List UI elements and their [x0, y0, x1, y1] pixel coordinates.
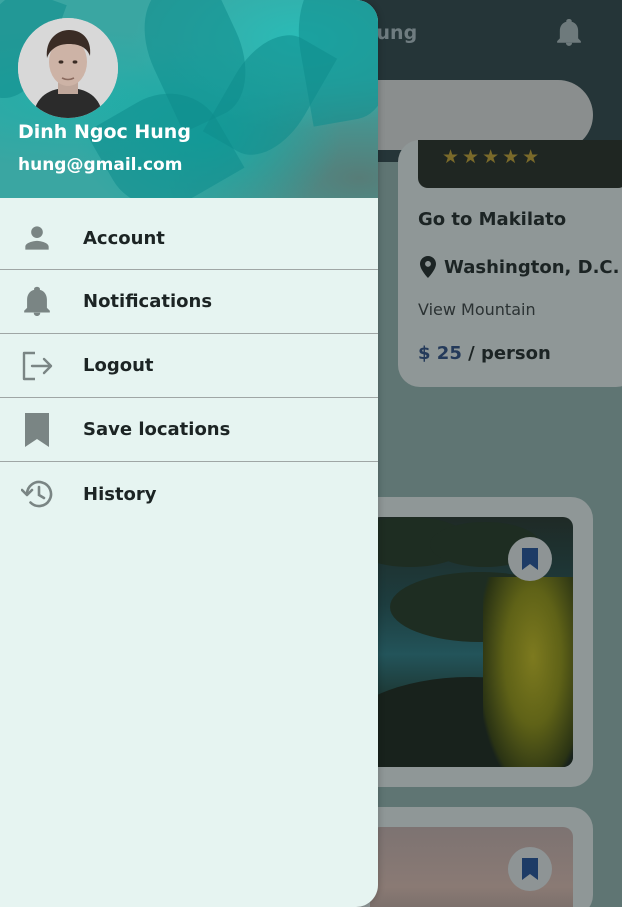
menu-item-account[interactable]: Account: [0, 207, 378, 270]
price-amount: $ 25: [418, 343, 462, 364]
bookmark-icon: [522, 548, 538, 570]
bookmark-icon: [522, 858, 538, 880]
foliage: [483, 577, 573, 767]
bookmark-button[interactable]: [508, 847, 552, 891]
menu-item-save-locations[interactable]: Save locations: [0, 398, 378, 462]
logout-icon: [19, 348, 55, 384]
rating-stars-icon: ★★★★★: [442, 146, 543, 168]
avatar[interactable]: [18, 18, 118, 118]
bookmark-icon: [19, 412, 55, 448]
drawer-header: Dinh Ngoc Hung hung@gmail.com: [0, 0, 378, 198]
menu-item-label: Save locations: [83, 419, 231, 440]
navigation-drawer: Dinh Ngoc Hung hung@gmail.com Account No…: [0, 0, 378, 907]
menu-item-label: Account: [83, 227, 165, 249]
menu-item-label: Logout: [83, 355, 154, 376]
drawer-menu: Account Notifications Logout Save locati…: [0, 207, 378, 526]
menu-item-history[interactable]: History: [0, 462, 378, 526]
user-name: Dinh Ngoc Hung: [18, 121, 191, 143]
notification-bell-icon[interactable]: [556, 19, 582, 47]
price-unit: / person: [461, 343, 551, 364]
menu-item-label: Notifications: [83, 291, 213, 312]
user-portrait-icon: [18, 18, 118, 118]
place-title: Go to Makilato: [418, 209, 567, 230]
history-icon: [19, 476, 55, 512]
bookmark-button[interactable]: [508, 537, 552, 581]
location-pin-icon: [420, 256, 436, 278]
place-location: Washington, D.C. -: [420, 256, 622, 278]
menu-item-label: History: [83, 483, 157, 505]
bell-icon: [19, 284, 55, 320]
place-category: View Mountain: [418, 300, 536, 319]
place-location-text: Washington, D.C. -: [444, 256, 622, 278]
place-image: ★★★★★: [418, 140, 622, 188]
place-price: $ 25 / person: [418, 343, 551, 364]
user-email: hung@gmail.com: [18, 155, 183, 175]
menu-item-logout[interactable]: Logout: [0, 334, 378, 398]
person-icon: [19, 220, 55, 256]
menu-item-notifications[interactable]: Notifications: [0, 270, 378, 334]
